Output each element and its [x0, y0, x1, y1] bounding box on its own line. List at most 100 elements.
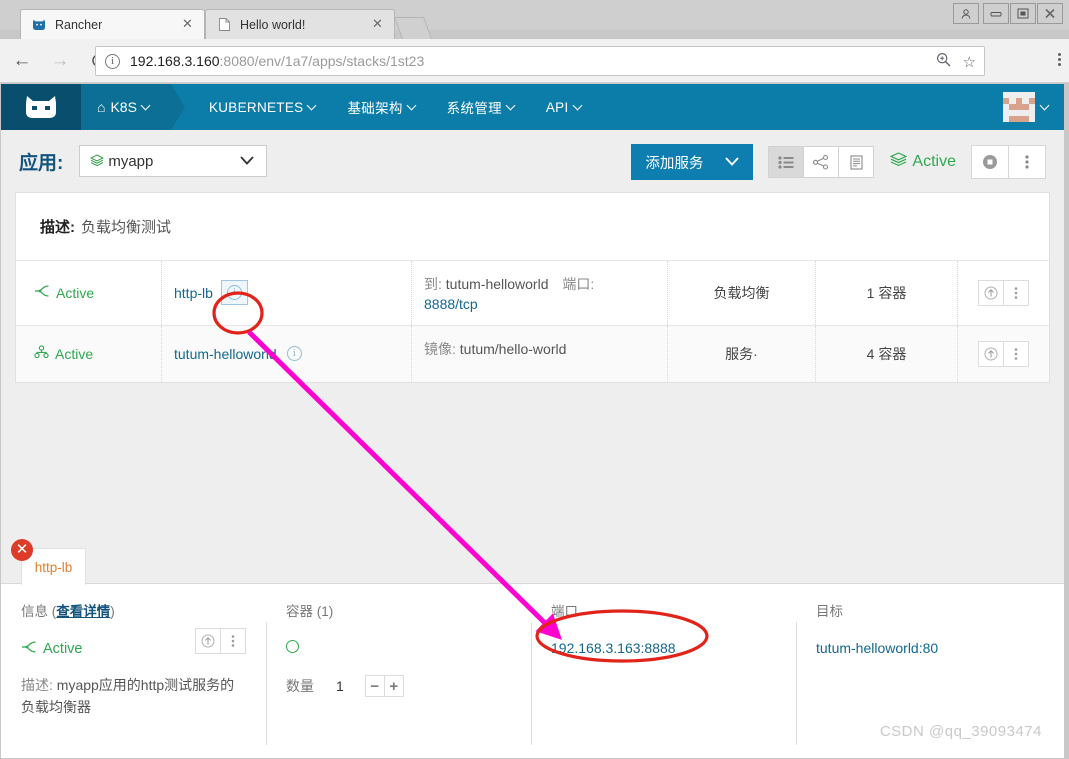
container-status-dot: [286, 640, 299, 653]
url-path: :8080/env/1a7/apps/stacks/1st23: [219, 53, 425, 69]
bookmark-star-icon[interactable]: ☆: [963, 53, 976, 71]
stack-state-icon: [889, 152, 908, 172]
service-link-tutum-helloworld[interactable]: tutum-helloworld: [174, 346, 277, 362]
add-service-button[interactable]: 添加服务: [631, 144, 754, 180]
chevron-down-icon: [406, 100, 417, 111]
app-header-actions: 添加服务 Active: [631, 144, 1046, 180]
page-title: 应用:: [19, 152, 64, 174]
detail-port-link[interactable]: 8888/tcp: [424, 296, 478, 312]
row-container-count: 4 容器: [816, 325, 958, 382]
browser-tab-title: Rancher: [55, 17, 103, 32]
url-host: 192.168.3.160: [130, 53, 220, 69]
chevron-down-icon: [307, 100, 317, 111]
upgrade-action-button[interactable]: [977, 340, 1004, 367]
detail-value: tutum/hello-world: [459, 340, 567, 357]
row-detail-cell: 镜像: tutum/hello-world: [412, 325, 668, 382]
service-icon: [34, 345, 49, 362]
port-value[interactable]: 192.168.3.163:8888: [551, 640, 778, 656]
ellipsis-vertical-icon: [231, 635, 235, 647]
new-tab-button[interactable]: [393, 17, 433, 39]
stack-select[interactable]: myapp: [79, 145, 268, 177]
stack-actions: [971, 145, 1046, 179]
user-menu[interactable]: [1003, 92, 1050, 122]
drawer-column-ports: 端口 192.168.3.163:8888: [531, 584, 796, 758]
address-bar[interactable]: i 192.168.3.160:8080/env/1a7/apps/stacks…: [95, 46, 985, 76]
site-info-icon[interactable]: i: [105, 53, 120, 69]
target-value[interactable]: tutum-helloworld:80: [816, 640, 1046, 656]
row-type: 服务·: [668, 325, 816, 382]
drawer-containers-title: 容器 (1): [286, 604, 334, 619]
info-icon[interactable]: i: [226, 285, 242, 301]
row-detail-cell: 到: tutum-helloworld 端口: 8888/tcp: [412, 261, 668, 325]
row-name-cell: tutum-helloworld i: [162, 325, 412, 382]
nav-item-system-management[interactable]: 系统管理: [431, 84, 530, 130]
info-icon[interactable]: i: [286, 346, 302, 362]
more-actions-button[interactable]: [1008, 145, 1046, 179]
chevron-down-icon: [505, 100, 516, 111]
more-actions-button[interactable]: [220, 628, 246, 654]
stop-action-button[interactable]: [971, 145, 1009, 179]
nav-item-label: API: [545, 99, 569, 115]
upgrade-action-button[interactable]: [977, 279, 1004, 306]
rancher-navbar: ⌂ K8S KUBERNETES 基础架构 系统管理 API: [1, 84, 1064, 130]
detail-label-2: 端口:: [562, 276, 595, 292]
chrome-menu-button[interactable]: [1058, 53, 1061, 66]
info-title-suffix: ): [110, 604, 115, 619]
service-info-focus-ring: i: [220, 280, 248, 306]
table-row[interactable]: Active http-lb i 到: tutum-helloworld 端口:…: [16, 261, 1049, 326]
browser-tab-hello-world[interactable]: Hello world! ✕: [205, 9, 395, 39]
browser-tab-title: Hello world!: [240, 17, 306, 32]
stack-description-label: 描述:: [40, 219, 75, 236]
document-icon: [216, 17, 232, 33]
environment-switcher[interactable]: ⌂ K8S: [81, 84, 185, 130]
nav-item-api[interactable]: API: [530, 84, 597, 130]
rancher-cow-logo[interactable]: [1, 84, 81, 130]
drawer-description: 描述: myapp应用的http测试服务的负载均衡器: [21, 674, 248, 719]
service-link-http-lb[interactable]: http-lb: [174, 285, 213, 301]
nav-item-infrastructure[interactable]: 基础架构: [331, 84, 430, 130]
share-graph-icon: [813, 154, 829, 170]
drawer-target-title: 目标: [816, 604, 843, 619]
nav-item-label: KUBERNETES: [208, 99, 304, 115]
zoom-icon[interactable]: [936, 52, 951, 71]
browser-toolbar: ← → i 192.168.3.160:8080/env/1a7/apps/st…: [0, 39, 1069, 83]
forward-button[interactable]: →: [44, 45, 76, 77]
chevron-down-icon: [572, 100, 582, 111]
ellipsis-vertical-icon: [1014, 286, 1017, 299]
scale-down-button[interactable]: −: [364, 675, 385, 697]
back-button[interactable]: ←: [6, 45, 38, 77]
graph-view-button[interactable]: [803, 146, 840, 178]
drawer-description-value: myapp应用的http测试服务的负载均衡器: [21, 677, 235, 716]
row-actions: [958, 261, 1049, 325]
upgrade-action-button[interactable]: [195, 628, 221, 654]
config-view-button[interactable]: [838, 146, 875, 178]
os-window: Rancher ✕ Hello world! ✕ ← → i 192.168.3…: [0, 0, 1069, 759]
browser-tab-rancher[interactable]: Rancher ✕: [20, 9, 205, 39]
row-actions: [958, 326, 1049, 382]
list-view-button[interactable]: [768, 146, 805, 178]
chevron-down-icon: [1039, 100, 1050, 111]
row-state-label: Active: [56, 284, 95, 301]
upgrade-icon: [984, 286, 997, 300]
row-name-cell: http-lb i: [162, 261, 412, 325]
tab-close-icon[interactable]: ✕: [371, 17, 384, 31]
stack-select-value: myapp: [108, 152, 154, 170]
drawer-column-containers: 容器 (1) 数量 1 − +: [266, 584, 531, 758]
more-actions-button[interactable]: [1002, 279, 1029, 306]
view-details-link[interactable]: 查看详情: [56, 604, 110, 619]
row-container-count: 1 容器: [816, 261, 958, 325]
drawer-close-button[interactable]: ✕: [11, 539, 33, 561]
drawer-state-label: Active: [43, 641, 83, 657]
nav-item-label: 基础架构: [347, 101, 403, 116]
tab-close-icon[interactable]: ✕: [181, 17, 194, 31]
nav-item-kubernetes[interactable]: KUBERNETES: [193, 84, 332, 130]
address-bar-url: 192.168.3.160:8080/env/1a7/apps/stacks/1…: [130, 53, 424, 69]
add-service-label: 添加服务: [645, 155, 704, 172]
table-row[interactable]: Active tutum-helloworld i 镜像: tutum/hell…: [16, 325, 1049, 382]
stack-description-value: 负载均衡测试: [81, 219, 172, 236]
scale-label: 数量: [286, 678, 314, 694]
app-header: 应用: myapp 添加服务 Active: [1, 130, 1064, 192]
scale-up-button[interactable]: +: [383, 675, 404, 697]
more-actions-button[interactable]: [1002, 340, 1029, 367]
row-state-label: Active: [55, 345, 94, 362]
